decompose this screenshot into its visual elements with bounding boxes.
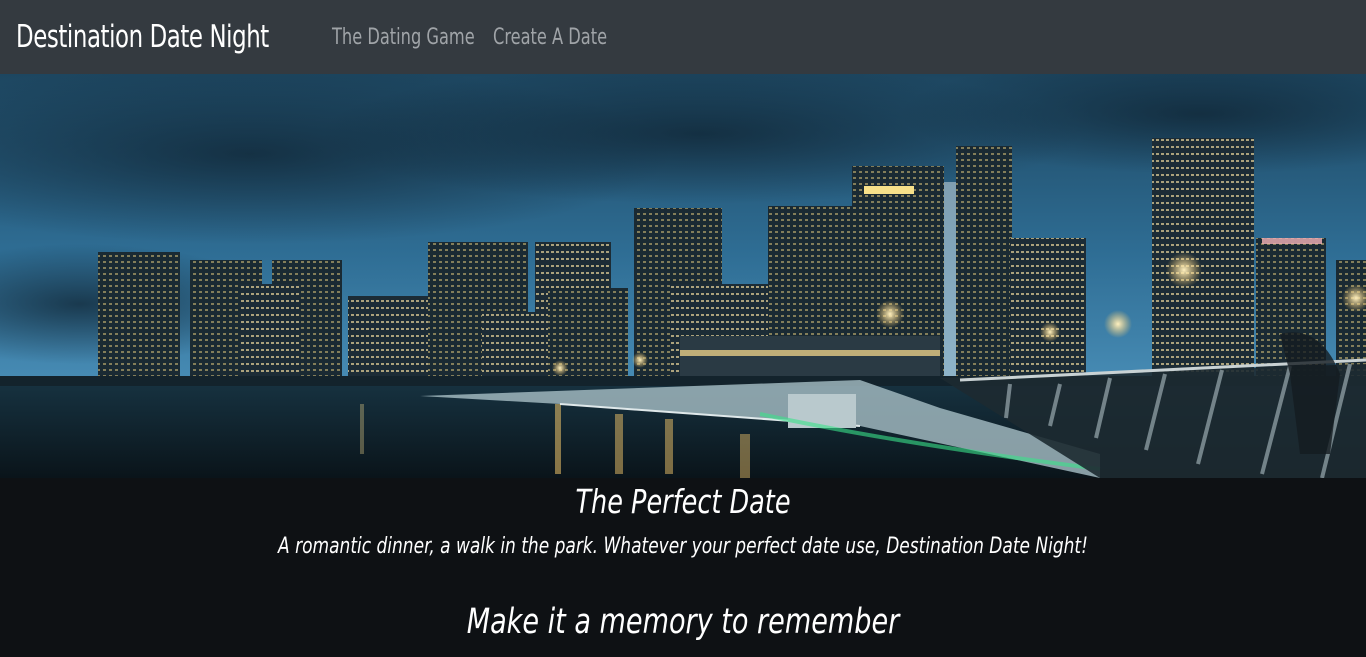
top-navbar: Destination Date Night The Dating Game C…: [0, 0, 1366, 74]
hero-skyline-image: [0, 74, 1366, 478]
nav-link-dating-game[interactable]: The Dating Game: [332, 25, 475, 50]
nav-link-create-date[interactable]: Create A Date: [493, 25, 607, 50]
section-subtitle: A romantic dinner, a walk in the park. W…: [278, 534, 1088, 559]
brand-link[interactable]: Destination Date Night: [16, 19, 269, 55]
intro-section: The Perfect Date A romantic dinner, a wa…: [0, 478, 1366, 657]
section-title: The Perfect Date: [575, 482, 791, 521]
section-tagline: Make it a memory to remember: [466, 602, 900, 642]
